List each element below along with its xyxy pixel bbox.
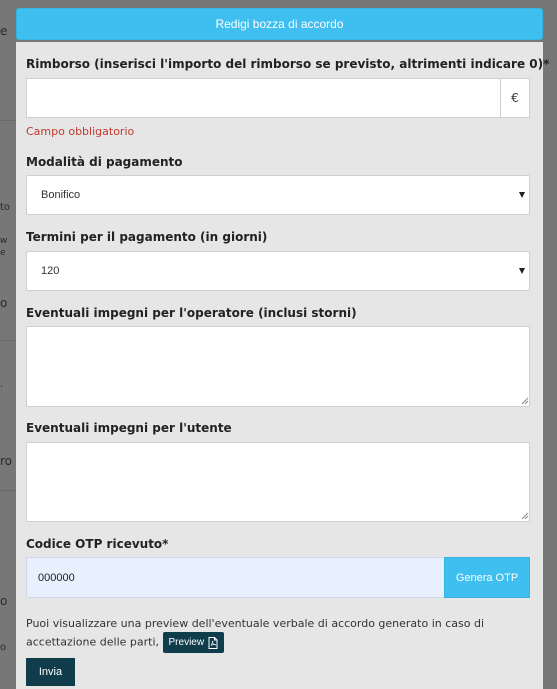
refund-input[interactable] (26, 78, 500, 118)
refund-error-message: Campo obbligatorio (26, 125, 135, 138)
background-text: o (0, 642, 7, 653)
background-text: ro (0, 454, 13, 468)
user-commitments-textarea[interactable] (26, 442, 530, 522)
otp-label: Codice OTP ricevuto* (26, 537, 169, 551)
background-text: o (0, 594, 8, 608)
resize-grip-icon[interactable] (521, 512, 529, 520)
pdf-file-icon (208, 636, 218, 649)
user-commitments-label: Eventuali impegni per l'utente (26, 421, 232, 435)
payment-terms-select[interactable]: 120 (26, 251, 530, 291)
operator-commitments-textarea[interactable] (26, 326, 530, 407)
background-text: w (0, 236, 8, 246)
payment-method-select[interactable]: Bonifico (26, 175, 530, 215)
chevron-down-icon (519, 268, 525, 274)
draft-agreement-button[interactable]: Redigi bozza di accordo (16, 8, 543, 40)
payment-method-value: Bonifico (41, 189, 81, 201)
preview-note-text: Puoi visualizzare una preview dell'event… (26, 617, 485, 649)
preview-button[interactable]: Preview (162, 632, 225, 653)
submit-button[interactable]: Invia (26, 658, 75, 686)
payment-method-label: Modalità di pagamento (26, 155, 183, 169)
generate-otp-button[interactable]: Genera OTP (444, 557, 530, 598)
preview-button-label: Preview (168, 637, 205, 648)
background-text: e (0, 248, 6, 258)
euro-addon: € (500, 78, 530, 118)
refund-label: Rimborso (inserisci l'importo del rimbor… (26, 57, 550, 71)
otp-input[interactable]: 000000 (26, 557, 444, 598)
otp-input-group: 000000 Genera OTP (26, 557, 530, 598)
chevron-down-icon (519, 192, 525, 198)
agreement-form-panel: Rimborso (inserisci l'importo del rimbor… (16, 42, 549, 689)
background-text: · (0, 382, 4, 393)
refund-input-group: € (26, 78, 530, 118)
payment-terms-label: Termini per il pagamento (in giorni) (26, 230, 268, 244)
resize-grip-icon[interactable] (521, 397, 529, 405)
payment-terms-value: 120 (41, 265, 60, 277)
operator-commitments-label: Eventuali impegni per l'operatore (inclu… (26, 306, 357, 320)
background-text: to (0, 202, 11, 213)
preview-note: Puoi visualizzare una preview dell'event… (26, 615, 532, 653)
background-text: e (0, 24, 8, 38)
background-text: o (0, 296, 8, 310)
